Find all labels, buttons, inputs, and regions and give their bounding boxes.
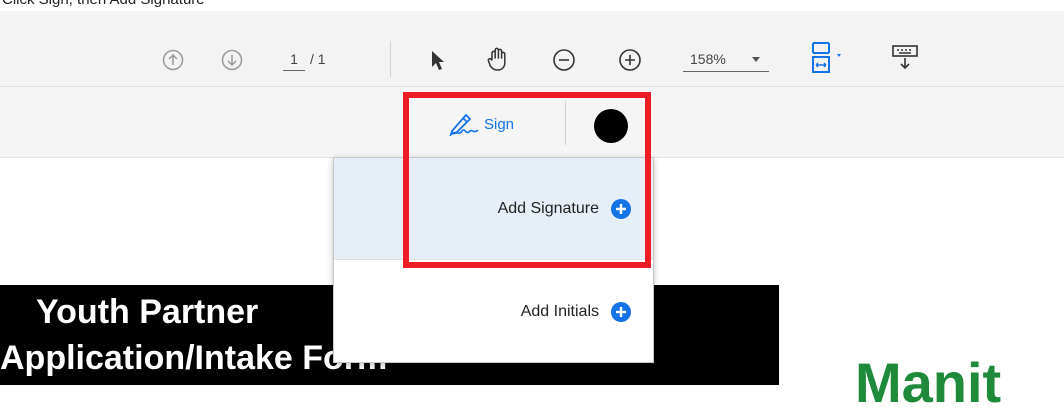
hand-icon — [487, 47, 506, 71]
add-initials-label: Add Initials — [520, 302, 599, 320]
arrow-up-circle-icon — [162, 49, 184, 71]
keyboard-icon — [892, 45, 918, 70]
chevron-down-icon — [752, 57, 760, 62]
main-toolbar: 1 / 1 158% — [0, 11, 1064, 87]
organization-logo: Manit — [855, 351, 1002, 414]
toolbar-divider — [390, 41, 391, 77]
fit-page-button[interactable] — [810, 41, 846, 75]
highlight-box — [403, 92, 651, 268]
zoom-out-icon — [553, 49, 575, 71]
zoom-in-icon — [619, 49, 641, 71]
hand-tool-button[interactable] — [483, 44, 513, 74]
zoom-value: 158% — [690, 51, 726, 67]
plus-circle-icon — [611, 301, 631, 322]
add-initials-item[interactable]: Add Initials — [334, 259, 653, 363]
next-page-button[interactable] — [220, 48, 244, 72]
page-total: / 1 — [310, 51, 326, 67]
read-mode-button[interactable] — [890, 42, 920, 72]
zoom-select[interactable]: 158% — [683, 47, 769, 72]
fit-page-icon — [812, 42, 841, 73]
page-number-input[interactable]: 1 — [283, 48, 305, 71]
prev-page-button[interactable] — [161, 48, 185, 72]
document-title-line1: Youth Partner — [36, 293, 259, 331]
arrow-down-circle-icon — [221, 49, 243, 71]
cursor-arrow-icon — [432, 51, 444, 70]
document-title-line2: Application/Intake Form — [0, 339, 388, 377]
zoom-out-button[interactable] — [551, 47, 577, 73]
instruction-caption: Click Sign, then Add Signature — [0, 0, 1064, 9]
zoom-in-button[interactable] — [617, 47, 643, 73]
select-tool-button[interactable] — [426, 47, 450, 73]
